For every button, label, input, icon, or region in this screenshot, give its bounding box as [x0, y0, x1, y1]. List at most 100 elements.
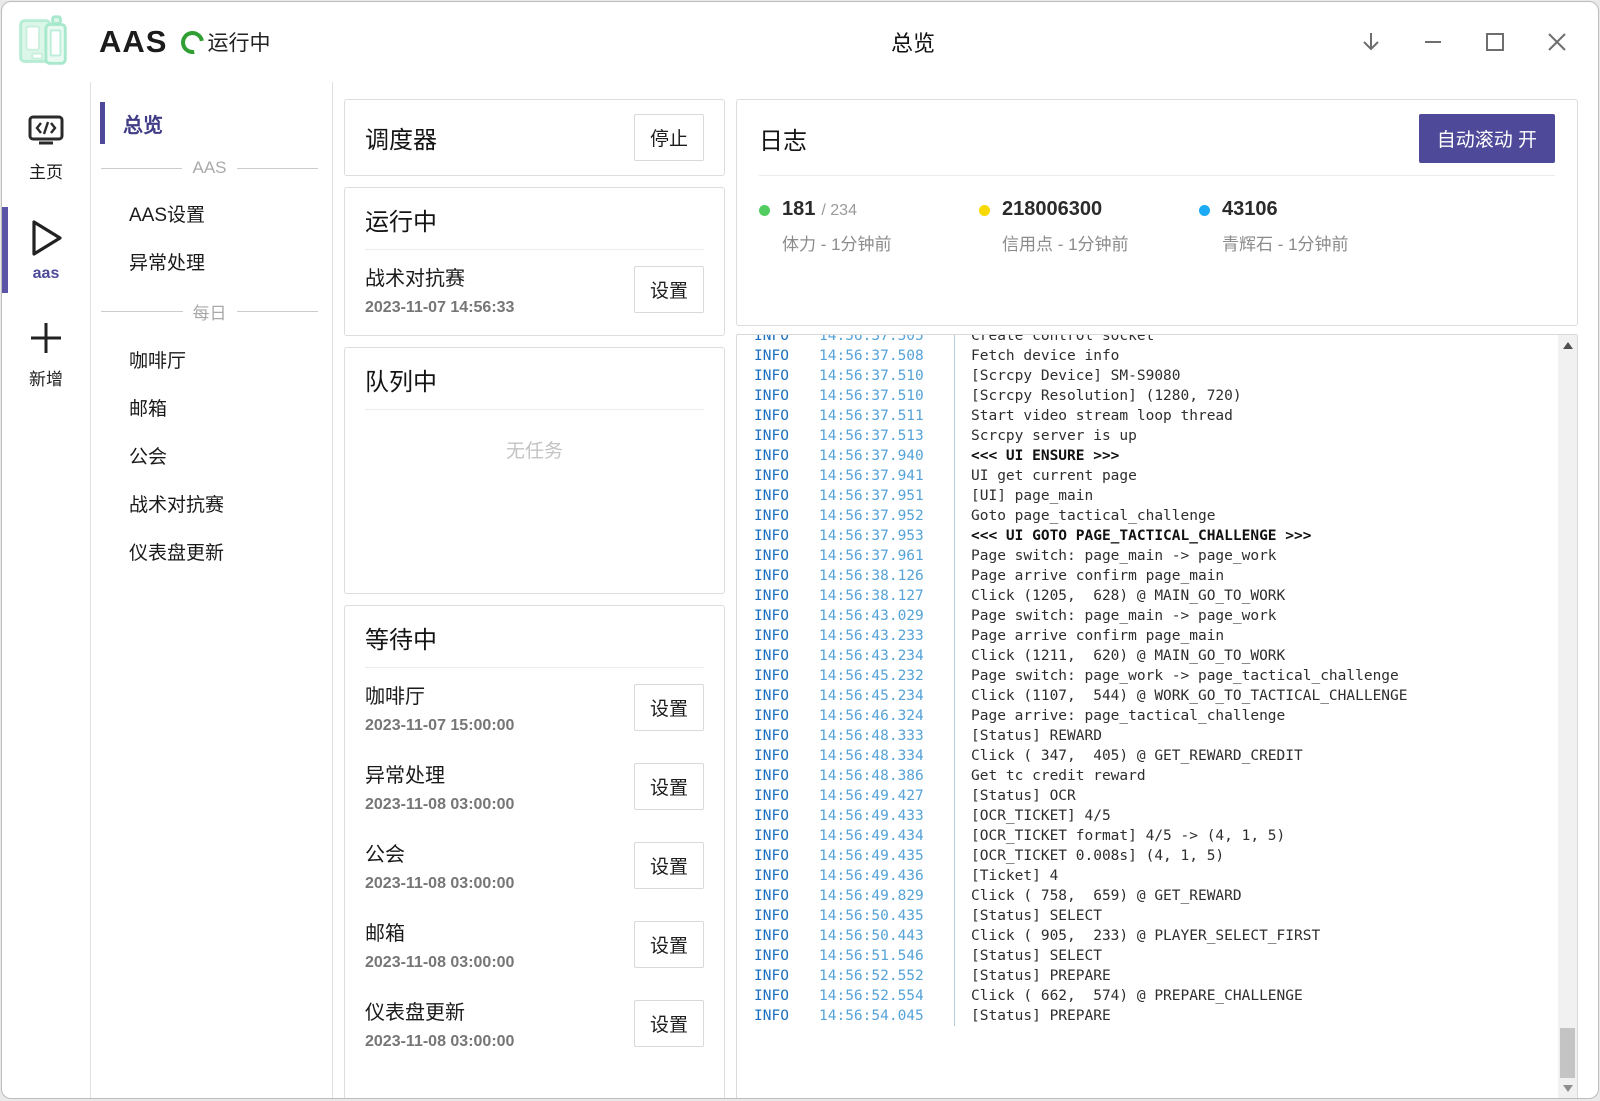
- log-level: INFO: [754, 686, 819, 706]
- stat-value: 218006300: [1002, 198, 1102, 221]
- log-level: INFO: [754, 486, 819, 506]
- log-line: INFO 14:56:37.961 Page switch: page_main…: [754, 546, 1577, 566]
- run-status-label: 运行中: [207, 27, 270, 57]
- log-level: INFO: [754, 946, 819, 966]
- log-timestamp: 14:56:37.510: [819, 386, 954, 406]
- autoscroll-toggle-button[interactable]: 自动滚动 开: [1419, 114, 1555, 163]
- waiting-task-name: 仪表盘更新: [365, 996, 514, 1025]
- close-button[interactable]: [1544, 29, 1570, 55]
- sidebar-item-overview[interactable]: 总览: [100, 102, 332, 144]
- log-timestamp: 14:56:51.546: [819, 946, 954, 966]
- log-message: Click ( 347, 405) @ GET_REWARD_CREDIT: [954, 746, 1303, 766]
- log-level: INFO: [754, 406, 819, 426]
- queue-empty-text: 无任务: [345, 410, 724, 463]
- log-scrollbar[interactable]: [1558, 335, 1577, 1099]
- waiting-task-row: 仪表盘更新 2023-11-08 03:00:00 设置: [345, 984, 724, 1063]
- arrow-down-icon: [1359, 30, 1383, 54]
- log-timestamp: 14:56:37.941: [819, 466, 954, 486]
- settings-button[interactable]: 设置: [634, 1000, 704, 1047]
- sidebar-item-tactical[interactable]: 战术对抗赛: [91, 480, 332, 527]
- log-line: INFO 14:56:49.435 [OCR_TICKET 0.008s] (4…: [754, 846, 1577, 866]
- rail-item-aas[interactable]: aas: [2, 211, 90, 289]
- log-level: INFO: [754, 726, 819, 746]
- settings-button[interactable]: 设置: [634, 842, 704, 889]
- log-line: INFO 14:56:37.510 [Scrcpy Resolution] (1…: [754, 386, 1577, 406]
- log-line: INFO 14:56:48.386 Get tc credit reward: [754, 766, 1577, 786]
- log-level: INFO: [754, 586, 819, 606]
- plus-icon: [28, 317, 64, 359]
- log-message: [OCR_TICKET 0.008s] (4, 1, 5): [954, 846, 1224, 866]
- log-timestamp: 14:56:37.511: [819, 406, 954, 426]
- running-task-name: 战术对抗赛: [365, 262, 514, 291]
- sidebar-item-exception[interactable]: 异常处理: [91, 238, 332, 285]
- rail-label: 主页: [29, 158, 63, 183]
- settings-button[interactable]: 设置: [634, 684, 704, 731]
- log-console[interactable]: INFO 14:56:37.505 Create control socket …: [736, 334, 1578, 1099]
- stop-button[interactable]: 停止: [634, 114, 704, 161]
- running-card: 运行中 战术对抗赛 2023-11-07 14:56:33 设置: [344, 187, 725, 336]
- window-controls: [1358, 2, 1570, 82]
- waiting-task-name: 公会: [365, 838, 514, 867]
- app-logo-icon: [11, 11, 73, 73]
- log-line: INFO 14:56:48.333 [Status] REWARD: [754, 726, 1577, 746]
- scroll-up-icon[interactable]: [1558, 337, 1577, 354]
- waiting-task-time: 2023-11-07 15:00:00: [365, 717, 514, 735]
- main-content: 调度器 停止 运行中 战术对抗赛 2023-11-07 14:56:33: [333, 82, 1598, 1099]
- minimize-button[interactable]: [1420, 29, 1446, 55]
- log-line: INFO 14:56:37.511 Start video stream loo…: [754, 406, 1577, 426]
- running-task-time: 2023-11-07 14:56:33: [365, 299, 514, 317]
- log-line: INFO 14:56:51.546 [Status] SELECT: [754, 946, 1577, 966]
- scheduler-card: 调度器 停止: [344, 99, 725, 176]
- log-timestamp: 14:56:38.127: [819, 586, 954, 606]
- log-timestamp: 14:56:38.126: [819, 566, 954, 586]
- log-line: INFO 14:56:52.552 [Status] PREPARE: [754, 966, 1577, 986]
- waiting-card: 等待中 咖啡厅 2023-11-07 15:00:00 设置 异常处理 2: [344, 605, 725, 1099]
- running-title: 运行中: [365, 202, 437, 237]
- sidebar-item-aas-settings[interactable]: AAS设置: [91, 190, 332, 237]
- log-level: INFO: [754, 986, 819, 1006]
- scrollbar-thumb[interactable]: [1560, 1028, 1575, 1078]
- running-spinner-icon: [177, 26, 209, 58]
- scroll-down-icon[interactable]: [1558, 1080, 1577, 1097]
- log-message: [Status] PREPARE: [954, 1006, 1111, 1026]
- sidebar-item-mail[interactable]: 邮箱: [91, 384, 332, 431]
- log-level: INFO: [754, 546, 819, 566]
- log-line: INFO 14:56:37.940 <<< UI ENSURE >>>: [754, 446, 1577, 466]
- log-timestamp: 14:56:43.029: [819, 606, 954, 626]
- waiting-task-time: 2023-11-08 03:00:00: [365, 1033, 514, 1051]
- log-line: INFO 14:56:38.126 Page arrive confirm pa…: [754, 566, 1577, 586]
- stat-credit: 218006300 信用点 - 1分钟前: [979, 198, 1151, 255]
- maximize-button[interactable]: [1482, 29, 1508, 55]
- log-level: INFO: [754, 426, 819, 446]
- sidebar-item-cafe[interactable]: 咖啡厅: [91, 336, 332, 383]
- log-level: INFO: [754, 346, 819, 366]
- log-timestamp: 14:56:48.333: [819, 726, 954, 746]
- log-line: INFO 14:56:49.434 [OCR_TICKET format] 4/…: [754, 826, 1577, 846]
- minimize-to-tray-button[interactable]: [1358, 29, 1384, 55]
- stat-total: / 234: [821, 202, 857, 220]
- rail-item-add[interactable]: 新增: [2, 311, 90, 396]
- settings-button[interactable]: 设置: [634, 266, 704, 313]
- log-line: INFO 14:56:43.029 Page switch: page_main…: [754, 606, 1577, 626]
- page-title: 总览: [891, 26, 935, 58]
- log-message: Page arrive confirm page_main: [954, 626, 1224, 646]
- sidebar-item-dashboard[interactable]: 仪表盘更新: [91, 528, 332, 575]
- log-line: INFO 14:56:43.233 Page arrive confirm pa…: [754, 626, 1577, 646]
- rail-item-home[interactable]: 主页: [2, 104, 90, 189]
- log-card: 日志 自动滚动 开 181 / 234 体力 -: [736, 99, 1578, 326]
- log-level: INFO: [754, 706, 819, 726]
- log-line: INFO 14:56:38.127 Click (1205, 628) @ MA…: [754, 586, 1577, 606]
- settings-button[interactable]: 设置: [634, 921, 704, 968]
- log-level: INFO: [754, 334, 819, 346]
- waiting-task-time: 2023-11-08 03:00:00: [365, 954, 514, 972]
- rail-label: 新增: [29, 365, 63, 390]
- log-timestamp: 14:56:48.334: [819, 746, 954, 766]
- log-message: Page switch: page_work -> page_tactical_…: [954, 666, 1399, 686]
- settings-button[interactable]: 设置: [634, 763, 704, 810]
- log-line: INFO 14:56:37.953 <<< UI GOTO PAGE_TACTI…: [754, 526, 1577, 546]
- sidebar-item-guild[interactable]: 公会: [91, 432, 332, 479]
- blue-dot-icon: [1199, 205, 1210, 216]
- stat-value: 181: [782, 198, 815, 221]
- log-message: Click (1205, 628) @ MAIN_GO_TO_WORK: [954, 586, 1285, 606]
- log-message: Scrcpy server is up: [954, 426, 1137, 446]
